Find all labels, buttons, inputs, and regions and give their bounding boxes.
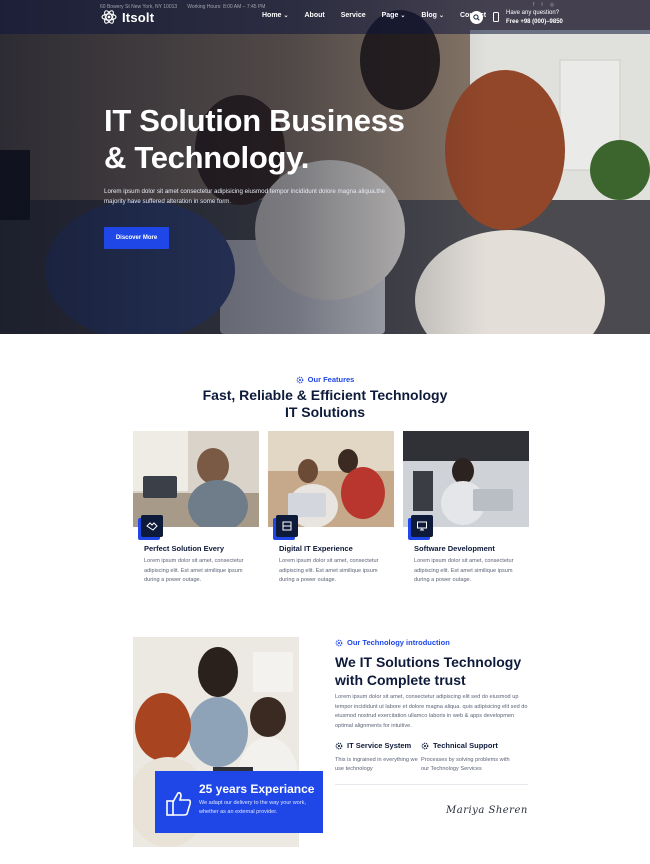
service-heading: Technical Support [421, 741, 511, 750]
hero-title: IT Solution Business & Technology. [104, 102, 444, 176]
features-tag: Our Features [0, 375, 650, 384]
features-tag-text: Our Features [307, 375, 355, 384]
gear-icon [421, 742, 429, 749]
experience-box: 25 years Experiance We adapt our deliver… [155, 771, 323, 833]
intro-title-line1: We IT Solutions Technology [335, 654, 522, 670]
service-text: This is ingrained in everything we use t… [335, 757, 418, 772]
main-nav: Home⌄ About Service Page⌄ Blog⌄ Contact [262, 12, 486, 19]
intro-description: Lorem ipsum dolor sit amet, consectetur … [335, 694, 528, 729]
nav-item-service[interactable]: Service [341, 12, 366, 19]
server-icon [276, 515, 298, 537]
brand-logo[interactable]: Itsolt [101, 9, 154, 25]
feature-card[interactable]: Perfect Solution Every Lorem ipsum dolor… [133, 431, 259, 591]
nav-item-page[interactable]: Page ⌄ [382, 12, 406, 19]
nav-label: Page [381, 12, 399, 19]
nav-item-blog[interactable]: Blog ⌄ [421, 12, 444, 19]
feature-image [133, 431, 259, 532]
brand-name: Itsolt [122, 9, 155, 25]
features-title: Fast, Reliable & Efficient Technology IT… [0, 387, 650, 421]
hours-text: Working Hours: 8:00 AM – 7:45 PM [187, 4, 266, 10]
features-title-line2: IT Solutions [284, 404, 366, 420]
search-icon [473, 14, 480, 21]
discover-more-button[interactable]: Discover More [104, 227, 169, 249]
hero-title-line1: IT Solution Business [104, 103, 405, 138]
chevron-down-icon: ⌄ [283, 13, 289, 19]
chevron-down-icon: ⌄ [400, 13, 406, 19]
intro-tag-text: Our Technology introduction [347, 638, 450, 647]
instagram-icon[interactable]: ◎ [550, 2, 554, 8]
intro-title-line2: with Complete trust [335, 672, 466, 688]
contact-phone: Free +98 (000)–9850 [506, 19, 563, 25]
service-text: Processes by solving problems with our T… [421, 757, 510, 772]
nav-label: Service [340, 12, 366, 19]
service-item: Technical Support Processes by solving p… [421, 741, 511, 774]
gear-icon [296, 376, 304, 383]
card-text: Lorem ipsum dolor sit amet, consectetur … [414, 558, 514, 583]
search-button[interactable] [470, 11, 483, 24]
social-links: f t ◎ [533, 2, 554, 8]
intro-tag: Our Technology introduction [335, 638, 450, 647]
nav-item-about[interactable]: About [304, 12, 324, 19]
nav-label: Home [262, 12, 282, 19]
card-text: Lorem ipsum dolor sit amet, consectetur … [279, 558, 379, 583]
contact-question: Have any question? [506, 10, 560, 16]
features-title-line1: Fast, Reliable & Efficient Technology [202, 387, 448, 403]
handshake-icon [141, 515, 163, 537]
intro-title: We IT Solutions Technology with Complete… [335, 653, 535, 689]
atom-icon [101, 10, 117, 24]
gear-icon [335, 742, 343, 749]
service-title: IT Service System [347, 741, 412, 750]
twitter-icon[interactable]: t [541, 2, 542, 8]
nav-item-home[interactable]: Home ⌄ [262, 12, 288, 19]
card-title[interactable]: Perfect Solution Every [144, 544, 224, 553]
gear-icon [335, 639, 343, 646]
service-item: IT Service System This is ingrained in e… [335, 741, 425, 774]
card-title[interactable]: Digital IT Experience [279, 544, 353, 553]
card-title[interactable]: Software Development [414, 544, 495, 553]
feature-card[interactable]: Software Development Lorem ipsum dolor s… [403, 431, 529, 591]
nav-label: About [304, 12, 325, 19]
experience-title: 25 years Experiance [199, 782, 315, 796]
feature-card[interactable]: Digital IT Experience Lorem ipsum dolor … [268, 431, 394, 591]
nav-label: Blog [421, 12, 437, 19]
facebook-icon[interactable]: f [533, 2, 534, 8]
service-title: Technical Support [433, 741, 498, 750]
chevron-down-icon: ⌄ [438, 13, 444, 19]
feature-image [268, 431, 394, 528]
feature-cards: Perfect Solution Every Lorem ipsum dolor… [133, 431, 529, 591]
thumbs-up-icon [166, 792, 192, 816]
hero-title-line2: & Technology. [104, 140, 310, 175]
monitor-icon [411, 515, 433, 537]
header-contact[interactable]: Have any question? Free +98 (000)–9850 [506, 9, 563, 27]
feature-image [403, 431, 529, 527]
hero-description: Lorem ipsum dolor sit amet consectetur a… [104, 188, 385, 205]
card-text: Lorem ipsum dolor sit amet, consectetur … [144, 558, 244, 583]
divider [335, 784, 528, 785]
signature: Mariya Sheren [446, 805, 528, 816]
hero-section: 60 Bowery St New York, NY 10013 Working … [0, 0, 650, 334]
service-heading: IT Service System [335, 741, 425, 750]
phone-icon [493, 12, 499, 22]
experience-text: We adapt our delivery to the way your wo… [199, 800, 306, 815]
